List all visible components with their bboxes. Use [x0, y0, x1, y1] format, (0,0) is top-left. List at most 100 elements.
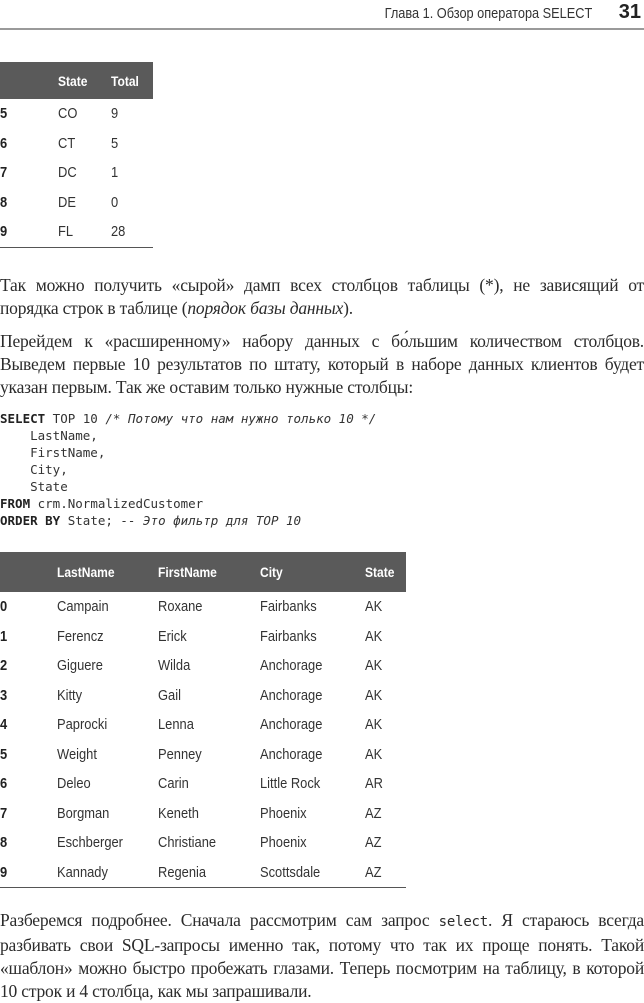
table-cell: Fairbanks — [260, 627, 317, 645]
table-cell: Campain — [57, 598, 109, 616]
column-header-state: State — [365, 552, 406, 592]
table-row: 6 Deleo Carin Little Rock AR — [0, 769, 406, 799]
table-header-row: LastName FirstName City State — [0, 552, 406, 592]
table-row: 8 Eschberger Christiane Phoenix AZ — [0, 828, 406, 858]
row-index-cell: 1 — [0, 627, 8, 645]
column-header-total: Total — [111, 62, 153, 99]
table-cell: CT — [58, 134, 76, 152]
running-header: Глава 1. Обзор оператора SELECT 31 — [0, 0, 644, 30]
table-cell: AK — [365, 745, 383, 763]
table-cell: 0 — [111, 193, 119, 211]
row-index-cell: 8 — [0, 193, 8, 211]
column-header-firstname: FirstName — [158, 552, 260, 592]
row-index-cell: 3 — [0, 686, 8, 704]
table-cell: Anchorage — [260, 716, 323, 734]
table-cell: AK — [365, 716, 383, 734]
table-row: 1 Ferencz Erick Fairbanks AK — [0, 622, 406, 652]
table-row: 2 Giguere Wilda Anchorage AK — [0, 651, 406, 681]
table-cell: 9 — [111, 105, 119, 123]
row-index-cell: 6 — [0, 775, 8, 793]
table-cell: Ferencz — [57, 627, 104, 645]
state-total-table: State Total 5 CO 9 6 CT 5 7 DC 1 8 DE 0 9 FL 28 — [0, 62, 153, 248]
table-cell: Lenna — [158, 716, 194, 734]
table-cell: 28 — [111, 217, 153, 248]
table-cell: AZ — [365, 804, 382, 822]
table-cell: Phoenix — [260, 804, 307, 822]
table-cell: Fairbanks — [260, 598, 317, 616]
table-cell: Giguere — [57, 657, 103, 675]
table-row: 7 DC 1 — [0, 158, 153, 188]
table-cell: Kannady — [57, 857, 158, 888]
row-index-cell: 9 — [0, 217, 58, 248]
table-cell: 5 — [111, 134, 119, 152]
table-cell: Erick — [158, 627, 187, 645]
table-header-row: State Total — [0, 62, 153, 99]
table-row: 0 Campain Roxane Fairbanks AK — [0, 592, 406, 622]
table-cell: Carin — [158, 775, 189, 793]
table-cell: Kitty — [57, 686, 83, 704]
row-index-cell: 7 — [0, 164, 8, 182]
table-cell: Anchorage — [260, 745, 323, 763]
table-cell: Penney — [158, 745, 202, 763]
row-index-cell: 9 — [0, 857, 57, 888]
table-cell: 1 — [111, 164, 119, 182]
table-cell: Roxane — [158, 598, 203, 616]
table-cell: Anchorage — [260, 686, 323, 704]
table-cell: AK — [365, 598, 383, 616]
table-cell: Weight — [57, 745, 97, 763]
table-cell: Keneth — [158, 804, 199, 822]
customers-table: LastName FirstName City State 0 Campain Ro… — [0, 552, 406, 888]
italic-term: порядок базы данных — [187, 298, 344, 318]
table-cell: AZ — [365, 834, 382, 852]
table-cell: AK — [365, 686, 383, 704]
table-cell: DE — [58, 193, 76, 211]
table-row: 3 Kitty Gail Anchorage AK — [0, 681, 406, 711]
inline-code: select — [438, 914, 489, 930]
row-index-cell: 4 — [0, 716, 8, 734]
table-cell: Regenia — [158, 857, 260, 888]
paragraph-raw-dump: Так можно получить «сырой» дамп всех сто… — [0, 275, 644, 318]
table-cell: AK — [365, 657, 383, 675]
table-cell: Scottsdale — [260, 857, 365, 888]
column-header-city: City — [260, 552, 365, 592]
column-header-lastname: LastName — [57, 552, 158, 592]
row-index-cell: 7 — [0, 804, 8, 822]
table-row: 9 Kannady Regenia Scottsdale AZ — [0, 857, 406, 888]
table-cell: Borgman — [57, 804, 110, 822]
table-cell: AK — [365, 627, 383, 645]
table-cell: FL — [58, 217, 111, 248]
table-cell: Phoenix — [260, 834, 307, 852]
column-header-state: State — [58, 62, 111, 99]
table-row: 5 Weight Penney Anchorage AK — [0, 740, 406, 770]
table-row: 6 CT 5 — [0, 129, 153, 159]
table-row: 9 FL 28 — [0, 217, 153, 248]
table-row: 5 CO 9 — [0, 99, 153, 129]
table-row: 7 Borgman Keneth Phoenix AZ — [0, 799, 406, 829]
column-header-index — [0, 62, 58, 99]
row-index-cell: 2 — [0, 657, 8, 675]
table-cell: Wilda — [158, 657, 191, 675]
chapter-title: Глава 1. Обзор оператора SELECT — [384, 5, 592, 22]
table-cell: Eschberger — [57, 834, 123, 852]
column-header-index — [0, 552, 57, 592]
row-index-cell: 6 — [0, 134, 8, 152]
table-row: 4 Paprocki Lenna Anchorage AK — [0, 710, 406, 740]
table-cell: Little Rock — [260, 775, 321, 793]
table-cell: Deleo — [57, 775, 91, 793]
table-cell: Christiane — [158, 834, 217, 852]
table-cell: AZ — [365, 857, 406, 888]
table-cell: Paprocki — [57, 716, 108, 734]
sql-code-block: SELECT TOP 10 /* Потому что нам нужно то… — [0, 411, 377, 528]
table-cell: DC — [58, 164, 77, 182]
table-cell: AR — [365, 775, 383, 793]
row-index-cell: 5 — [0, 105, 8, 123]
table-row: 8 DE 0 — [0, 188, 153, 218]
paragraph-explanation: Разберемся подробнее. Сначала рассмотрим… — [0, 910, 644, 1001]
paragraph-extended-dataset: Перейдем к «расширенному» набору данных … — [0, 331, 644, 397]
row-index-cell: 0 — [0, 598, 8, 616]
page-number: 31 — [618, 1, 641, 23]
table-cell: CO — [58, 105, 78, 123]
table-cell: Anchorage — [260, 657, 323, 675]
row-index-cell: 8 — [0, 834, 8, 852]
table-cell: Gail — [158, 686, 181, 704]
